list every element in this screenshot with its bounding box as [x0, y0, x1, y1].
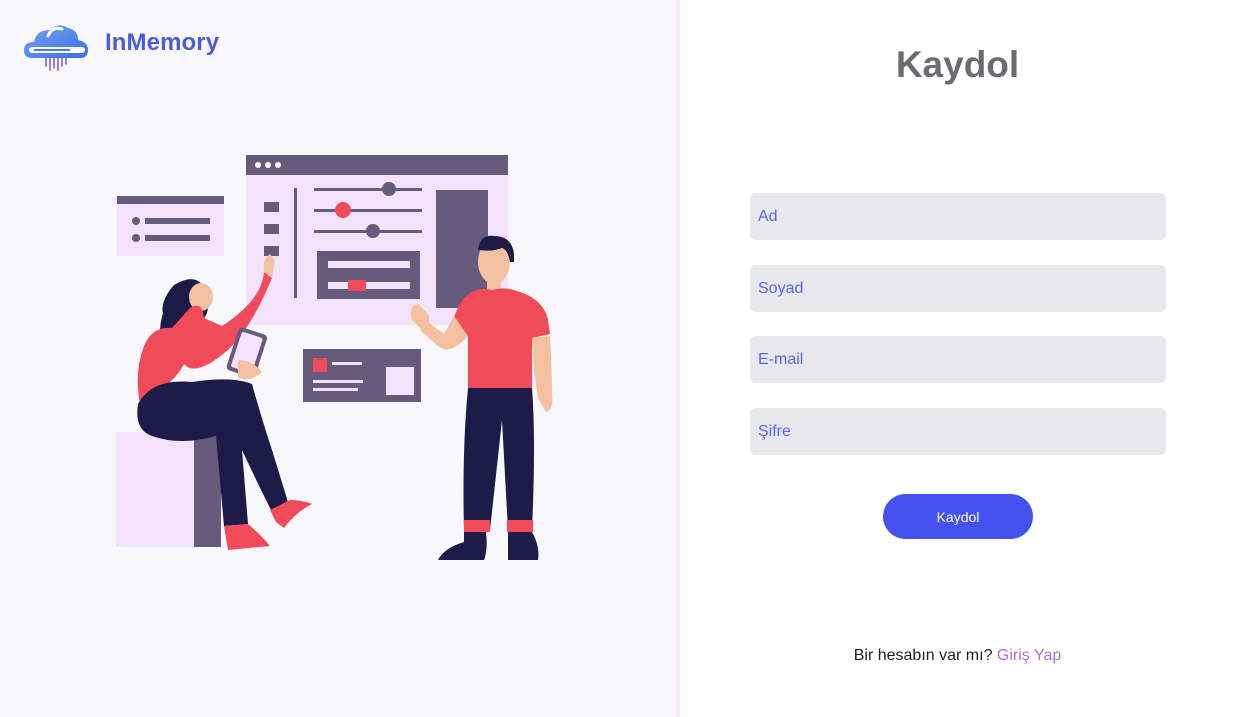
login-prompt-text: Bir hesabın var mı?: [853, 647, 993, 664]
signup-button[interactable]: Kaydol: [883, 494, 1033, 539]
brand-name: InMemory: [105, 29, 220, 56]
last-name-input[interactable]: [750, 265, 1166, 312]
left-panel: InMemory: [0, 0, 676, 717]
last-name-field[interactable]: [750, 265, 1166, 312]
password-input[interactable]: [750, 408, 1166, 455]
login-prompt: Bir hesabın var mı? Giriş Yap: [680, 647, 1235, 665]
form-title: Kaydol: [895, 44, 1020, 85]
cloud-database-icon: [24, 25, 88, 71]
email-input[interactable]: [750, 336, 1166, 383]
first-name-input[interactable]: [750, 193, 1166, 240]
password-field[interactable]: [750, 408, 1166, 455]
signup-panel: Kaydol Kaydol Bir hesabın var mı? Giriş …: [680, 0, 1235, 717]
brand[interactable]: InMemory: [22, 20, 219, 72]
login-link[interactable]: Giriş Yap: [997, 647, 1061, 664]
email-field[interactable]: [750, 336, 1166, 383]
first-name-field[interactable]: [750, 193, 1166, 240]
team-dashboard-illustration: [116, 155, 553, 560]
